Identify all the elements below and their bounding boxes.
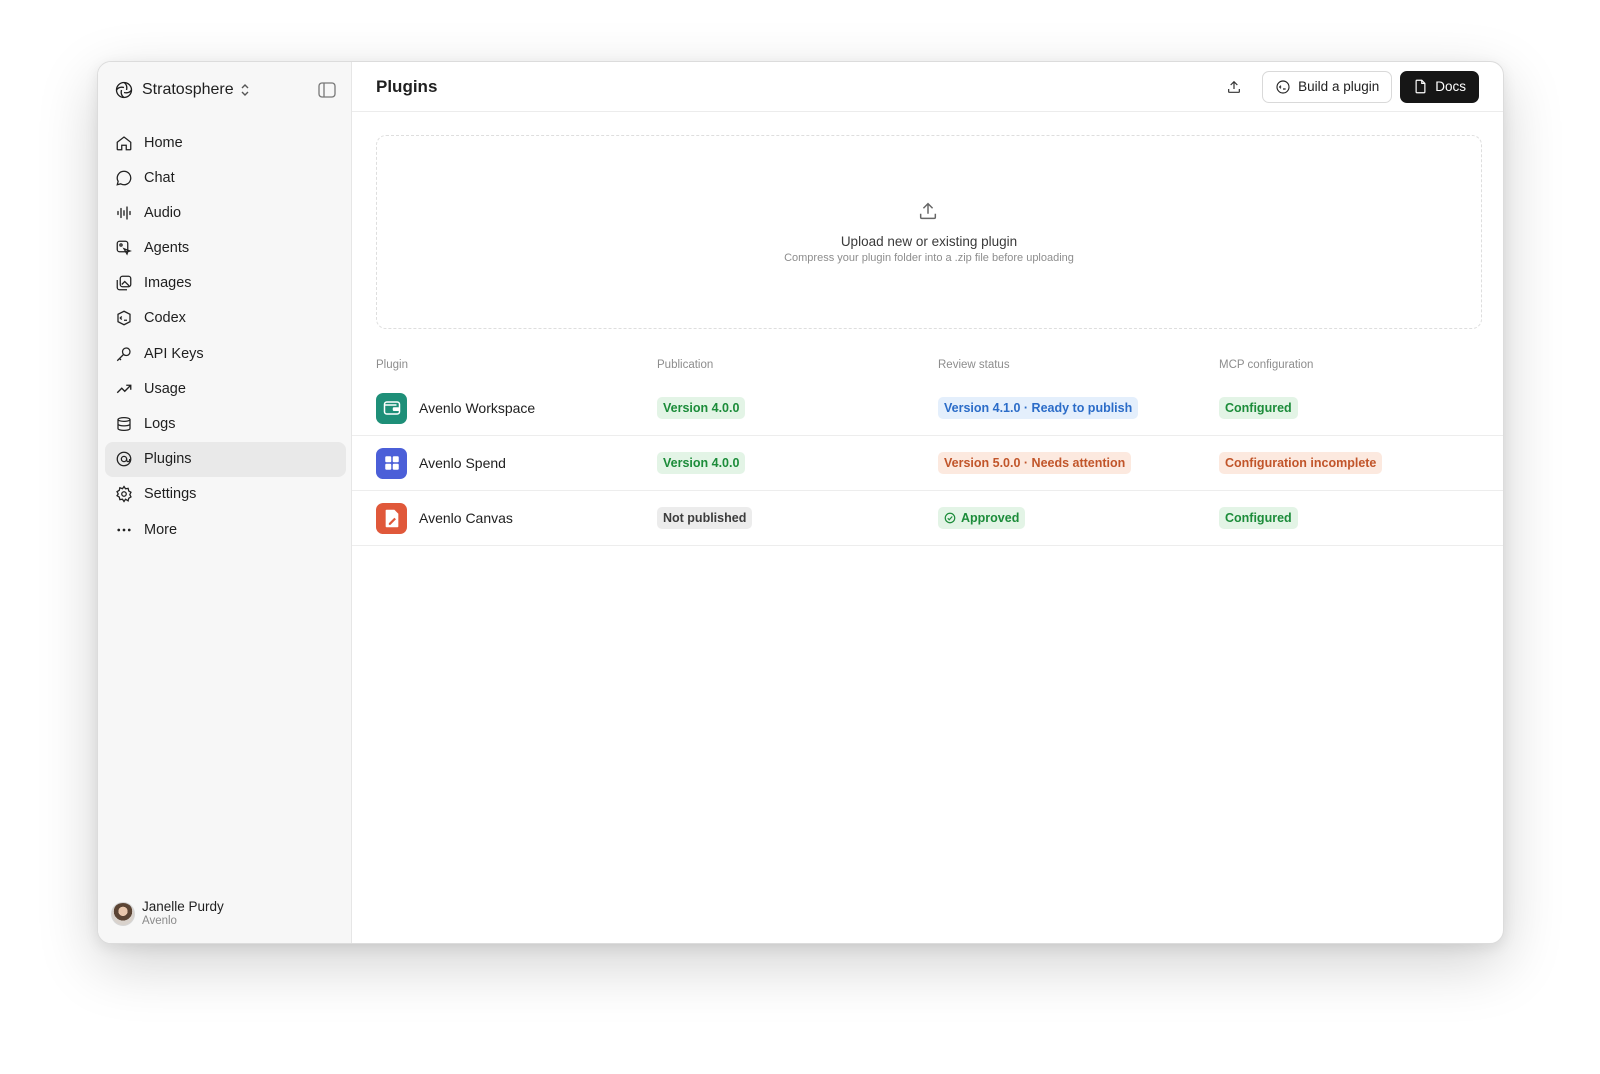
column-header-mcp-configuration: MCP configuration (1219, 359, 1314, 371)
publication-badge: Not published (657, 507, 753, 529)
home-icon (114, 133, 134, 153)
docs-label: Docs (1435, 79, 1466, 94)
sidebar-item-home[interactable]: Home (105, 125, 346, 160)
sidebar-item-label: Chat (144, 169, 175, 186)
sidebar-item-label: More (144, 521, 178, 538)
sidebar-item-settings[interactable]: Settings (105, 477, 346, 512)
upload-subtitle: Compress your plugin folder into a .zip … (784, 252, 1074, 264)
publication-badge: Version 4.0.0 (657, 452, 746, 474)
user-org: Avenlo (142, 915, 177, 928)
plugins-icon (114, 449, 134, 469)
user-profile[interactable]: Janelle Purdy Avenlo (111, 899, 224, 929)
sidebar-item-label: Codex (144, 310, 186, 327)
top-bar: Plugins Build a plugin Docs (352, 62, 1503, 112)
upload-icon (1226, 79, 1242, 95)
audio-waveform-icon (114, 203, 134, 223)
mcp-status-badge: Configured (1219, 397, 1298, 419)
plugin-name: Avenlo Spend (419, 455, 506, 471)
workspace-name: Stratosphere (142, 81, 234, 98)
more-dots-icon (114, 520, 134, 540)
upload-title: Upload new or existing plugin (840, 234, 1018, 249)
build-plugin-label: Build a plugin (1298, 79, 1380, 94)
check-circle-icon (944, 512, 956, 524)
column-header-review-status: Review status (938, 359, 1010, 371)
sidebar-item-more[interactable]: More (105, 512, 346, 547)
sidebar-item-label: API Keys (144, 345, 204, 362)
key-icon (114, 344, 134, 364)
chevron-up-down-icon (240, 83, 250, 97)
plugin-upload-dropzone[interactable]: Upload new or existing plugin Compress y… (376, 135, 1482, 329)
workspace-switcher[interactable]: Stratosphere (113, 79, 337, 101)
build-plugin-button[interactable]: Build a plugin (1262, 70, 1393, 103)
sidebar-toggle-icon[interactable] (317, 80, 337, 100)
sidebar-item-label: Plugins (144, 451, 192, 468)
docs-button[interactable]: Docs (1400, 70, 1479, 103)
sidebar-item-plugins[interactable]: Plugins (105, 441, 346, 477)
column-header-publication: Publication (657, 359, 714, 371)
trending-up-icon (114, 379, 134, 399)
gear-icon (114, 484, 134, 504)
sidebar-item-label: Images (144, 275, 192, 292)
review-status-badge: Version 4.1.0 · Ready to publish (938, 397, 1139, 419)
sidebar-item-label: Agents (144, 240, 190, 257)
chat-bubble-icon (114, 168, 134, 188)
sidebar-nav: Home Chat Audio Agents Images Codex API … (105, 125, 346, 547)
document-icon (1413, 79, 1428, 94)
plugins-table: Plugin Publication Review status MCP con… (352, 349, 1503, 546)
sidebar-item-api-keys[interactable]: API Keys (105, 336, 346, 371)
plugin-name: Avenlo Workspace (419, 400, 536, 416)
review-status-badge: Version 5.0.0 · Needs attention (938, 452, 1132, 474)
codex-icon (1275, 79, 1291, 95)
codex-icon (114, 308, 134, 328)
sidebar-item-images[interactable]: Images (105, 266, 346, 301)
main-content: Plugins Build a plugin Docs Upload new o… (352, 62, 1503, 943)
sidebar-item-label: Usage (144, 380, 186, 397)
sidebar-item-label: Logs (144, 416, 176, 432)
table-row[interactable]: Avenlo Workspace Version 4.0.0 Version 4… (352, 381, 1503, 436)
review-status-badge: Approved (938, 507, 1026, 529)
table-row[interactable]: Avenlo Canvas Not published Approved Con… (352, 491, 1503, 546)
sidebar-item-chat[interactable]: Chat (105, 160, 346, 195)
agents-icon (114, 238, 134, 258)
sidebar: Stratosphere Home Chat Audio Agents Imag… (98, 62, 352, 943)
review-status-text: Approved (961, 511, 1020, 525)
stratosphere-logo-icon (113, 79, 135, 101)
sidebar-item-codex[interactable]: Codex (105, 301, 346, 336)
logs-icon (114, 414, 134, 434)
upload-button[interactable] (1220, 73, 1248, 101)
sidebar-item-label: Audio (144, 204, 182, 221)
sidebar-item-audio[interactable]: Audio (105, 195, 346, 230)
mcp-status-badge: Configured (1219, 507, 1298, 529)
sidebar-item-logs[interactable]: Logs (105, 407, 346, 442)
avatar (111, 902, 135, 926)
pen-document-icon (376, 502, 407, 534)
sidebar-item-agents[interactable]: Agents (105, 231, 346, 266)
user-name: Janelle Purdy (142, 899, 224, 915)
table-header: Plugin Publication Review status MCP con… (352, 349, 1503, 381)
table-row[interactable]: Avenlo Spend Version 4.0.0 Version 5.0.0… (352, 436, 1503, 491)
sidebar-item-label: Settings (144, 486, 197, 503)
wallet-icon (376, 392, 407, 424)
sidebar-item-label: Home (144, 134, 183, 151)
column-header-plugin: Plugin (376, 359, 408, 371)
images-icon (114, 273, 134, 293)
sidebar-item-usage[interactable]: Usage (105, 371, 346, 406)
page-title: Plugins (376, 76, 438, 96)
grid-icon (376, 447, 407, 479)
plugin-name: Avenlo Canvas (419, 510, 513, 526)
upload-icon (917, 200, 941, 224)
app-window: Stratosphere Home Chat Audio Agents Imag… (97, 61, 1504, 944)
mcp-status-badge: Configuration incomplete (1219, 452, 1383, 474)
publication-badge: Version 4.0.0 (657, 397, 746, 419)
